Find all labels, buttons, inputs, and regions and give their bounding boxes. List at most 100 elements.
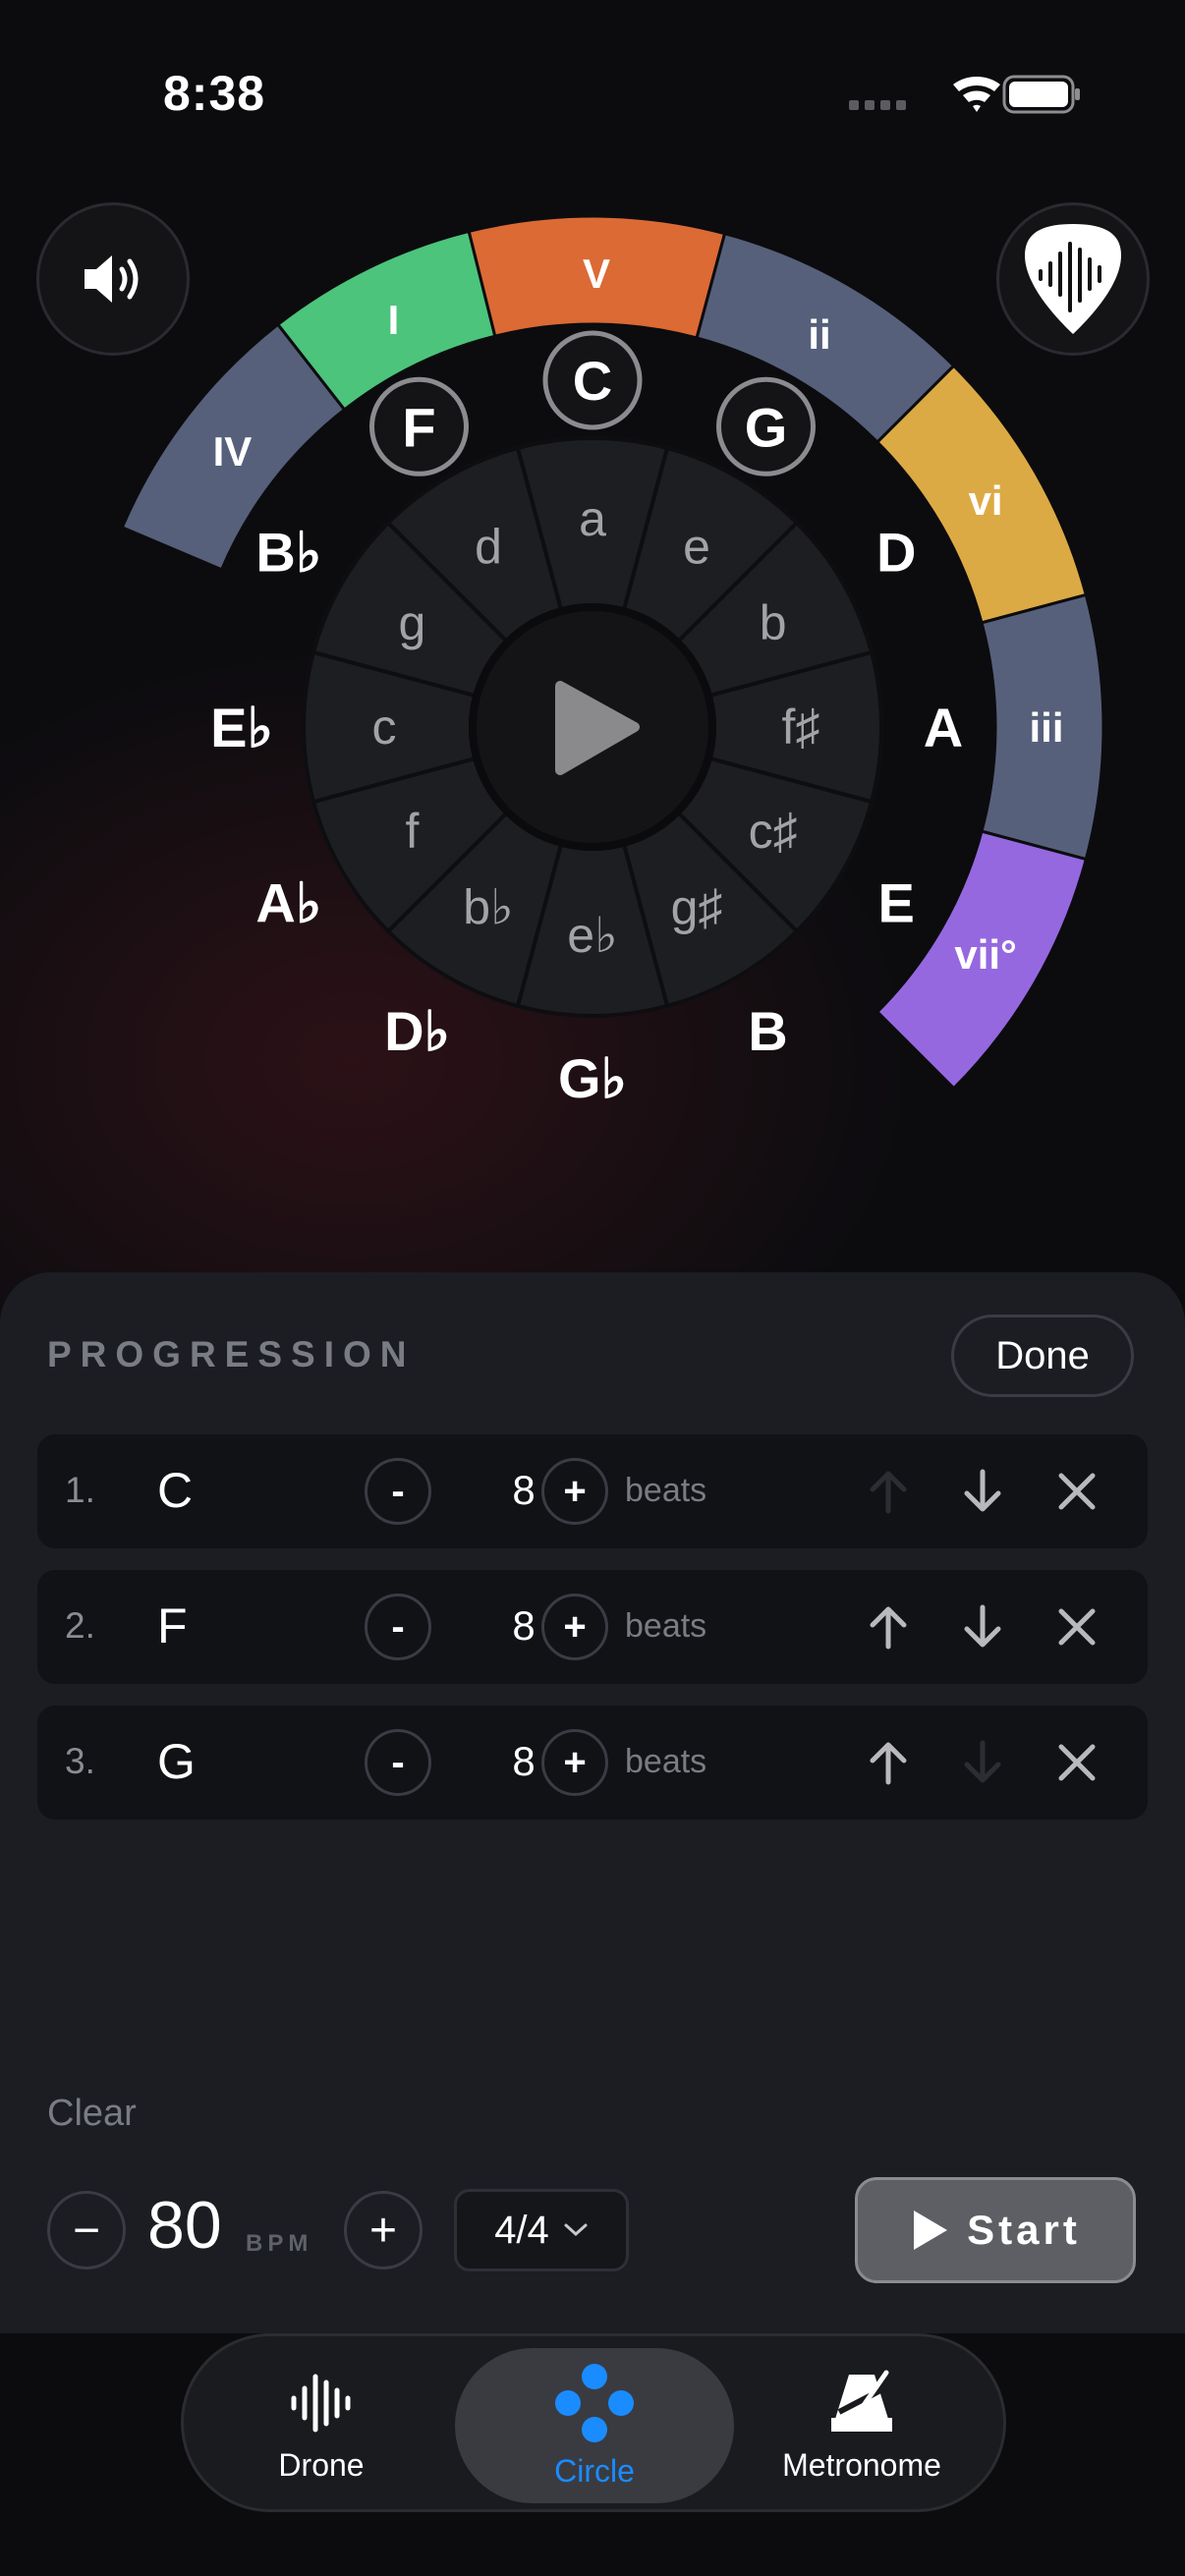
arrow-down-icon [964, 1469, 1001, 1512]
tab-drone[interactable]: Drone [223, 2348, 420, 2503]
major-key-9[interactable]: E♭ [210, 697, 273, 758]
major-key-label: C [573, 350, 612, 412]
time-signature-value: 4/4 [494, 2208, 549, 2252]
beats-decrement-button[interactable]: - [365, 1594, 431, 1660]
minor-key-label: a [579, 491, 606, 546]
minor-key-label: c [372, 700, 397, 755]
minor-key-label: g♯ [671, 880, 723, 935]
minor-key-label: b [760, 595, 787, 650]
minor-key-label: c♯ [749, 804, 798, 859]
move-up-button [861, 1464, 916, 1519]
bpm-increment-button[interactable]: + [344, 2191, 423, 2269]
circle-dots-icon [555, 2363, 634, 2442]
arrow-up-icon [870, 1606, 907, 1650]
minor-key-label: e♭ [567, 908, 617, 963]
close-icon [1058, 1744, 1096, 1781]
row-index: 1. [65, 1470, 95, 1510]
major-key-label: B [748, 1000, 787, 1062]
major-key-8[interactable]: A♭ [255, 872, 321, 934]
major-key-0[interactable]: C [542, 330, 643, 430]
major-key-11[interactable]: F [369, 376, 469, 476]
progression-row[interactable]: 2. F - 8 + beats [37, 1570, 1148, 1684]
beats-label: beats [625, 1472, 707, 1509]
minor-key-label: d [475, 519, 502, 574]
remove-row-button[interactable] [1049, 1735, 1104, 1790]
tab-metronome-label: Metronome [782, 2446, 941, 2483]
degree-label: IV [213, 428, 253, 475]
degree-label: V [583, 251, 610, 297]
row-chord[interactable]: G [157, 1733, 196, 1790]
metronome-icon [831, 2370, 892, 2432]
play-button[interactable] [469, 603, 716, 851]
move-down-button[interactable] [955, 1599, 1010, 1654]
major-key-label: G♭ [558, 1047, 627, 1109]
beats-label: beats [625, 1743, 707, 1780]
start-button[interactable]: Start [855, 2177, 1136, 2283]
circle-of-fifths[interactable]: IVIViiviiiivii° aebf♯c♯g♯e♭b♭fcgd CGDAEB… [0, 0, 1185, 1277]
row-chord[interactable]: C [157, 1462, 193, 1519]
remove-row-button[interactable] [1049, 1599, 1104, 1654]
close-icon [1058, 1473, 1096, 1510]
arrow-down-icon [964, 1604, 1001, 1648]
close-icon [1058, 1608, 1096, 1646]
major-key-5[interactable]: B [748, 1000, 787, 1062]
minor-key-label: f [405, 804, 419, 859]
major-key-4[interactable]: E [877, 872, 914, 934]
major-key-label: A [924, 697, 963, 758]
progression-row[interactable]: 1. C - 8 + beats [37, 1434, 1148, 1548]
beats-label: beats [625, 1607, 707, 1645]
waveform-icon [291, 2374, 351, 2432]
row-chord[interactable]: F [157, 1597, 188, 1654]
degree-label: iii [1029, 704, 1063, 751]
panel-title: PROGRESSION [47, 1334, 416, 1374]
play-icon [914, 2211, 948, 2250]
tab-metronome[interactable]: Metronome [754, 2348, 970, 2503]
arrow-up-icon [870, 1471, 907, 1514]
major-key-label: D [876, 522, 916, 584]
tab-circle-label: Circle [554, 2452, 635, 2489]
move-up-button[interactable] [861, 1735, 916, 1790]
bpm-decrement-button[interactable]: − [47, 2191, 126, 2269]
beats-decrement-button[interactable]: - [365, 1458, 431, 1525]
beats-decrement-button[interactable]: - [365, 1729, 431, 1796]
major-key-1[interactable]: G [716, 376, 816, 476]
start-label: Start [967, 2207, 1081, 2253]
progression-row[interactable]: 3. G - 8 + beats [37, 1706, 1148, 1820]
minor-key-label: g [398, 595, 425, 650]
major-key-2[interactable]: D [876, 522, 916, 584]
bpm-value: 80 [147, 2188, 222, 2263]
degree-segment-2[interactable]: V [467, 214, 727, 340]
move-down-button[interactable] [955, 1464, 1010, 1519]
time-signature-select[interactable]: 4/4 [454, 2189, 629, 2271]
tab-bar: Drone Circle Metronome [181, 2333, 1006, 2512]
row-index: 2. [65, 1605, 95, 1646]
major-key-label: E♭ [210, 697, 273, 758]
arrow-down-icon [964, 1740, 1001, 1783]
arrow-up-icon [870, 1742, 907, 1785]
remove-row-button[interactable] [1049, 1464, 1104, 1519]
major-key-6[interactable]: G♭ [558, 1047, 627, 1109]
tab-drone-label: Drone [278, 2446, 365, 2483]
degree-label: I [388, 297, 400, 343]
move-up-button[interactable] [861, 1599, 916, 1654]
minor-key-label: e [683, 519, 710, 574]
degree-label: ii [808, 311, 830, 358]
major-key-10[interactable]: B♭ [255, 522, 321, 584]
major-key-label: A♭ [255, 872, 321, 934]
minor-key-label: b♭ [463, 880, 513, 935]
bpm-unit: BPM [246, 2230, 313, 2257]
major-key-label: D♭ [384, 1000, 450, 1062]
tab-circle[interactable]: Circle [455, 2348, 734, 2503]
beats-increment-button[interactable]: + [541, 1594, 608, 1660]
degree-segment-6[interactable]: vii° [875, 829, 1089, 1091]
beats-increment-button[interactable]: + [541, 1729, 608, 1796]
beats-increment-button[interactable]: + [541, 1458, 608, 1525]
degree-segment-5[interactable]: iii [980, 592, 1105, 862]
move-down-button [955, 1735, 1010, 1790]
done-button[interactable]: Done [951, 1315, 1134, 1397]
degree-label: vii° [954, 931, 1017, 978]
major-key-7[interactable]: D♭ [384, 1000, 450, 1062]
clear-button[interactable]: Clear [47, 2093, 137, 2135]
major-key-3[interactable]: A [924, 697, 963, 758]
chevron-down-icon [564, 2223, 588, 2237]
